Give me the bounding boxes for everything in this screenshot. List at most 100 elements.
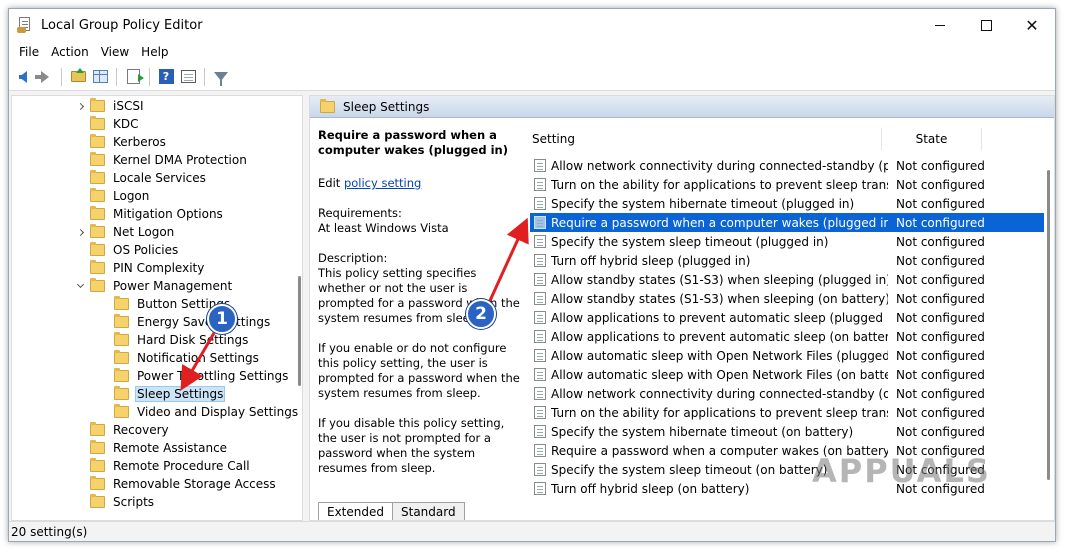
filter-icon [214, 72, 228, 86]
tree-item-label: OS Policies [113, 243, 179, 257]
tree-item[interactable]: Removable Storage Access [74, 475, 278, 493]
toolbar-separator [61, 67, 62, 86]
policy-setting-icon [534, 368, 546, 381]
tab-standard[interactable]: Standard [392, 502, 465, 520]
tree-item[interactable]: Kerberos [74, 133, 168, 151]
table-row[interactable]: Specify the system hibernate timeout (pl… [530, 194, 1044, 213]
tree-expander[interactable] [74, 97, 86, 115]
setting-name: Turn off hybrid sleep (plugged in) [551, 253, 751, 268]
export-list-button[interactable] [123, 67, 144, 87]
table-row[interactable]: Allow applications to prevent automatic … [530, 308, 1044, 327]
table-row[interactable]: Allow automatic sleep with Open Network … [530, 365, 1044, 384]
tree-item[interactable]: Energy Saver Settings [98, 313, 272, 331]
table-row[interactable]: Allow standby states (S1-S3) when sleepi… [530, 270, 1044, 289]
folder-icon [90, 278, 105, 292]
tree-item[interactable]: Video and Display Settings [98, 403, 300, 421]
policy-setting-icon [534, 330, 546, 343]
tree-item[interactable]: KDC [74, 115, 141, 133]
tree-item[interactable]: Locale Services [74, 169, 208, 187]
export-icon [126, 69, 144, 84]
tree-item[interactable]: Power Throttling Settings [98, 367, 290, 385]
tree-item[interactable]: Kernel DMA Protection [74, 151, 249, 169]
table-row[interactable]: Turn off hybrid sleep (plugged in) Not co… [530, 251, 1044, 270]
policy-setting-icon [534, 254, 546, 267]
table-row[interactable]: Allow applications to prevent automatic … [530, 327, 1044, 346]
back-button[interactable] [13, 67, 33, 87]
maximize-button[interactable] [963, 9, 1009, 41]
tree-item-label: Mitigation Options [113, 207, 223, 221]
folder-icon [114, 350, 129, 364]
help-button[interactable]: ? [156, 67, 176, 87]
menu-file[interactable]: File [13, 45, 45, 59]
setting-state: Not configured [896, 272, 985, 287]
minimize-button[interactable] [917, 9, 963, 41]
folder-icon [90, 116, 105, 130]
properties-button[interactable] [178, 67, 198, 87]
table-row[interactable]: Require a password when a computer wakes… [530, 213, 1044, 232]
tree-item[interactable]: Remote Procedure Call [74, 457, 252, 475]
tree-item[interactable]: Logon [74, 187, 151, 205]
tree-scrollbar[interactable] [298, 276, 301, 386]
tree-item[interactable]: Notification Settings [98, 349, 261, 367]
tree-item[interactable]: Hard Disk Settings [98, 331, 250, 349]
requirements-value: At least Windows Vista [318, 221, 449, 235]
tree-item[interactable]: Net Logon [74, 223, 176, 241]
tree-item[interactable]: PIN Complexity [74, 259, 206, 277]
tree-item-label: Scripts [113, 495, 155, 509]
tab-extended[interactable]: Extended [318, 502, 393, 520]
close-button[interactable]: ✕ [1009, 9, 1055, 41]
status-text: 20 setting(s) [11, 524, 88, 539]
requirements-block: Requirements: At least Windows Vista [318, 206, 526, 236]
edit-policy-link[interactable]: policy setting [344, 176, 421, 190]
filter-button[interactable] [211, 67, 231, 87]
description-label: Description: [318, 251, 388, 265]
table-row[interactable]: Turn on the ability for applications to … [530, 175, 1044, 194]
forward-button[interactable] [35, 67, 55, 87]
table-row[interactable]: Turn on the ability for applications to … [530, 403, 1044, 422]
column-header-state[interactable]: State [882, 128, 982, 150]
console-tree[interactable]: iSCSI KDC Kerberos Kernel DMA Protection Loc… [11, 95, 303, 521]
table-row[interactable]: Allow network connectivity during connec… [530, 384, 1044, 403]
tree-item[interactable]: Recovery [74, 421, 171, 439]
policy-setting-icon [534, 463, 546, 476]
show-hide-tree-button[interactable] [90, 67, 110, 87]
table-row[interactable]: Allow standby states (S1-S3) when sleepi… [530, 289, 1044, 308]
tree-item-label: Locale Services [113, 171, 206, 185]
table-row[interactable]: Specify the system hibernate timeout (on… [530, 422, 1044, 441]
tree-expander[interactable] [74, 223, 86, 241]
forward-arrow-icon [35, 70, 49, 83]
tree-item[interactable]: iSCSI [74, 97, 146, 115]
policy-setting-icon [534, 273, 546, 286]
folder-icon [90, 98, 105, 112]
menu-view[interactable]: View [95, 45, 135, 59]
tree-item[interactable]: Sleep Settings [98, 385, 226, 403]
tree-expander[interactable] [74, 277, 86, 295]
policy-title: Require a password when a computer wakes… [318, 128, 508, 157]
tree-item[interactable]: Mitigation Options [74, 205, 225, 223]
tree-item-label: Energy Saver Settings [137, 315, 271, 329]
up-one-level-button[interactable] [68, 67, 88, 87]
menu-help[interactable]: Help [135, 45, 174, 59]
tree-item[interactable]: Power Management [74, 277, 234, 295]
setting-name: Allow applications to prevent automatic … [551, 310, 888, 325]
table-row[interactable]: Specify the system sleep timeout (plugge… [530, 232, 1044, 251]
chevron-down-icon [76, 280, 84, 289]
table-row[interactable]: Allow network connectivity during connec… [530, 156, 1044, 175]
setting-state: Not configured [896, 310, 985, 325]
tree-item[interactable]: Scripts [74, 493, 156, 511]
menu-action[interactable]: Action [45, 45, 95, 59]
menu-bar: File Action View Help [9, 41, 1055, 63]
folder-icon [90, 494, 105, 508]
setting-name: Allow network connectivity during connec… [551, 386, 888, 401]
tree-item[interactable]: Remote Assistance [74, 439, 229, 457]
column-header-setting[interactable]: Setting [524, 128, 882, 150]
toolbar-separator [204, 67, 205, 86]
tree-item[interactable]: OS Policies [74, 241, 180, 259]
table-row[interactable]: Allow automatic sleep with Open Network … [530, 346, 1044, 365]
folder-icon [90, 242, 105, 256]
list-scrollbar[interactable] [1047, 170, 1050, 480]
